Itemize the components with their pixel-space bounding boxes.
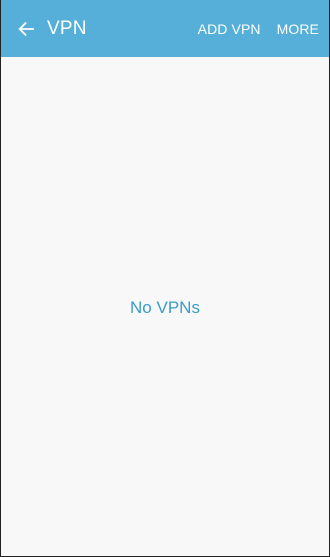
back-button[interactable] — [5, 0, 47, 57]
screen: VPN ADD VPN MORE No VPNs — [0, 0, 330, 557]
page-title: VPN — [47, 17, 87, 39]
app-bar-actions: ADD VPN MORE — [190, 0, 329, 57]
arrow-left-icon — [18, 21, 34, 36]
empty-state-text: No VPNs — [130, 298, 200, 317]
more-button[interactable]: MORE — [269, 0, 329, 57]
vpn-list-area: No VPNs — [1, 57, 329, 556]
add-vpn-button[interactable]: ADD VPN — [190, 0, 269, 57]
app-bar: VPN ADD VPN MORE — [1, 0, 329, 57]
